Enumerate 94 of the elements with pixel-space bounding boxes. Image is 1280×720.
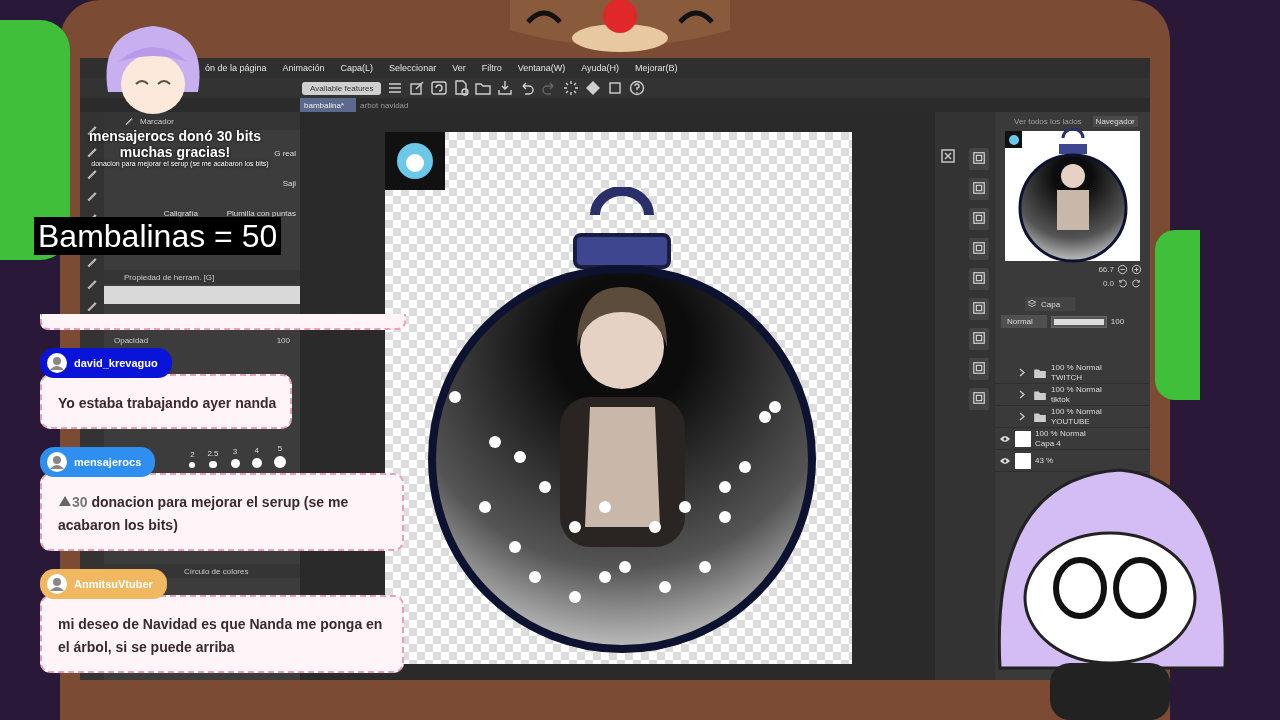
menu-item[interactable]: Animación — [282, 63, 325, 73]
chat-message: 30 donacion para mejorar el serup (se me acabaron los bits) — [40, 473, 404, 551]
layer-mode: 100 % Normal — [1035, 428, 1086, 439]
layer-row[interactable]: 100 % Normal Capa 4 — [995, 428, 1150, 450]
menu-item[interactable]: Filtro — [481, 63, 502, 73]
avatar-icon — [46, 352, 68, 374]
chat-username: mensajerocs — [74, 456, 142, 468]
avatar-icon — [46, 451, 68, 473]
swirl-icon[interactable] — [431, 80, 448, 96]
transform-icon[interactable] — [607, 80, 624, 96]
brush-size-label[interactable]: 4 — [254, 445, 259, 455]
chat-message: mi deseo de Navidad es que Nanda me ponga en el árbol, si se puede arriba — [40, 595, 404, 673]
folder-icon[interactable] — [475, 80, 492, 96]
menu-icon[interactable] — [387, 80, 404, 96]
zoom-out-icon[interactable] — [1117, 264, 1128, 275]
layer-thumbnail — [1015, 452, 1031, 469]
layer-mode: 100 % Normal — [1051, 406, 1102, 417]
opacity-label: Opacidad — [114, 335, 149, 345]
chevron-icon[interactable] — [1019, 390, 1025, 399]
pen-icon[interactable] — [409, 80, 426, 96]
bits-icon — [58, 495, 72, 507]
brush-label[interactable]: Caligrafía — [163, 209, 198, 218]
logo-icon — [395, 141, 435, 181]
chat-username: david_krevaguo — [74, 357, 158, 369]
opacity-value[interactable]: 100 — [276, 335, 290, 345]
chat-message: Yo estaba trabajando ayer nanda — [40, 374, 293, 429]
layer-mode: 100 % Normal — [1051, 362, 1102, 373]
close-icon[interactable] — [940, 148, 956, 164]
eye-icon[interactable] — [999, 456, 1011, 465]
zoom-value[interactable]: 66.7 — [1098, 265, 1114, 274]
brush-size-label[interactable]: 2.5 — [207, 448, 219, 458]
rotate-right-icon[interactable] — [1131, 278, 1142, 289]
counter-label: Bambalinas = 50 — [34, 217, 282, 255]
layer-row[interactable]: 100 % Normal YOUTUBE — [995, 406, 1150, 428]
rotation-value[interactable]: 0.0 — [1102, 279, 1114, 288]
layers-icon[interactable] — [1027, 299, 1037, 309]
brush-size-dot[interactable] — [209, 460, 217, 468]
folder-icon[interactable] — [1033, 388, 1047, 401]
brush-size-dot[interactable] — [189, 462, 196, 468]
brush-size-label[interactable]: 2 — [190, 450, 195, 459]
layer-row[interactable]: 100 % Normal tiktok — [995, 384, 1150, 406]
bits-amount: 30 — [72, 494, 88, 510]
rotate-left-icon[interactable] — [1117, 278, 1128, 289]
menu-item[interactable]: Capa(L) — [340, 63, 374, 73]
panel-title: Propiedad de herram. [G] — [124, 272, 215, 282]
marker-icon[interactable] — [124, 116, 134, 126]
brush-size-dot[interactable] — [274, 456, 286, 468]
logo-icon — [1007, 133, 1020, 146]
chevron-icon[interactable] — [1019, 412, 1025, 421]
panel-tab[interactable]: Ver todos los lados — [1011, 116, 1085, 127]
menu-item[interactable]: Ver — [452, 63, 466, 73]
layer-name: YOUTUBE — [1051, 416, 1091, 427]
layer-row[interactable]: 100 % Normal TWITCH — [995, 362, 1150, 384]
layer-name: TWITCH — [1051, 372, 1084, 383]
menu-item[interactable]: ón de la página — [205, 63, 267, 73]
document-tab[interactable]: bambalina* — [300, 98, 357, 112]
zoom-in-icon[interactable] — [1131, 264, 1142, 275]
download-icon[interactable] — [497, 80, 514, 96]
panel-title: Marcador — [140, 116, 174, 126]
layer-mode: 43 % — [1035, 455, 1054, 466]
available-features-button[interactable]: Available features — [302, 81, 382, 95]
fill-icon[interactable] — [585, 80, 602, 96]
layer-mode: 100 % Normal — [1051, 384, 1102, 395]
folder-icon[interactable] — [1033, 366, 1047, 379]
brush-size-dot[interactable] — [251, 457, 262, 468]
document-tab[interactable]: arbot navidad — [356, 98, 421, 112]
folder-icon[interactable] — [1033, 410, 1047, 423]
layer-tab[interactable]: Capa — [1025, 297, 1075, 311]
alert-thanks: muchas gracias! — [119, 144, 231, 160]
layer-thumbnail — [1015, 430, 1031, 447]
menu-item[interactable]: Ayuda(H) — [581, 63, 620, 73]
menu-item[interactable]: Seleccionar — [389, 63, 437, 73]
eye-icon[interactable] — [999, 434, 1011, 443]
menu-item[interactable]: Ventana(W) — [517, 63, 566, 73]
brush-size-label[interactable]: 5 — [277, 444, 283, 453]
brush-size-dot[interactable] — [230, 459, 240, 468]
alert-title: mensajerocs donó 30 bits — [89, 128, 261, 144]
layer-opacity-value[interactable]: 100 — [1110, 317, 1125, 326]
layer-name: tiktok — [1051, 394, 1071, 405]
brush-label[interactable]: G real — [274, 149, 296, 158]
chevron-icon[interactable] — [1019, 368, 1025, 377]
brush-size-label[interactable]: 3 — [232, 447, 238, 456]
avatar-icon — [46, 573, 68, 595]
layer-name: Capa 4 — [1035, 438, 1062, 449]
help-icon[interactable] — [629, 80, 646, 96]
brush-label[interactable]: Saji — [282, 179, 296, 188]
brush-label[interactable]: Plumilla con puntas — [226, 209, 296, 218]
new-file-icon[interactable] — [453, 80, 470, 96]
menu-item[interactable]: Mejorar(B) — [635, 63, 678, 73]
spinner-icon[interactable] — [563, 80, 580, 96]
blend-mode-dropdown[interactable]: Normal — [1001, 315, 1047, 328]
panel-title: Círculo de colores — [184, 566, 249, 576]
chat-username: AnmitsuVtuber — [74, 578, 153, 590]
panel-tab[interactable]: Navegador — [1092, 116, 1138, 127]
